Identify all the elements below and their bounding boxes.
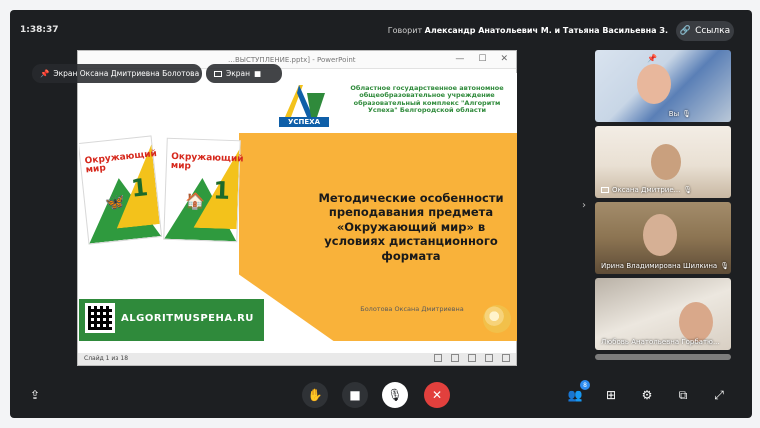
conference-window: 1:38:37 Говорит Александр Анатольевич М.… xyxy=(10,10,752,418)
grid-icon: ⊞ xyxy=(605,388,617,402)
camera-icon: ■ xyxy=(254,69,262,78)
grid-view-button[interactable]: ⊞ xyxy=(598,382,624,408)
slide-headline: Методические особенности преподавания пр… xyxy=(318,191,504,263)
top-bar: 1:38:37 Говорит Александр Анатольевич М.… xyxy=(10,10,752,52)
slide-author: Болотова Оксана Дмитриевна xyxy=(360,305,464,313)
participant-name: Вы xyxy=(668,110,680,118)
qr-code xyxy=(85,303,115,333)
reading-view-icon xyxy=(485,354,493,362)
maximize-icon: ☐ xyxy=(478,54,487,64)
shell-icon xyxy=(483,305,511,333)
participant-label: Любовь Анатольевна Горбатю... xyxy=(601,338,720,346)
organization-name: Областное государственное автономное общ… xyxy=(350,84,504,115)
presenter-screen-chip[interactable]: 📌 Экран Оксана Дмитриевна Болотова 🎙 xyxy=(32,64,213,83)
participants-button[interactable]: 👥 8 xyxy=(562,380,590,408)
fullscreen-button[interactable]: ⤢ xyxy=(706,382,732,408)
presentation-slide: ALGORITMUSPEHA.RU УСПЕХА Областное госуд… xyxy=(79,73,517,341)
screen-chip[interactable]: Экран ■ xyxy=(206,64,282,83)
speaking-names: Александр Анатольевич М. и Татьяна Васил… xyxy=(424,26,668,35)
participants-icon: 👥 xyxy=(567,388,583,402)
screen-share-icon xyxy=(214,70,222,77)
camera-button[interactable]: ■ xyxy=(342,382,368,408)
participant-tile[interactable]: Любовь Анатольевна Горбатю... xyxy=(595,278,731,350)
leave-call-button[interactable]: ✕ xyxy=(424,382,450,408)
textbook-cover-2: Окружающий мир 1 🏠 xyxy=(163,137,244,243)
screen-share-icon xyxy=(601,187,609,193)
speaking-prefix: Говорит xyxy=(387,26,423,35)
shared-screen-powerpoint: …ВЫСТУПЛЕНИЕ.pptx] - PowerPoint — ☐ ✕ AL… xyxy=(77,50,517,366)
participant-name: Любовь Анатольевна Горбатю... xyxy=(601,338,720,346)
share-screen-button[interactable]: ⇪ xyxy=(22,382,48,408)
powerpoint-statusbar: Слайд 1 из 18 xyxy=(78,353,516,365)
mic-off-icon: 🎙 xyxy=(720,262,730,270)
school-logo: УСПЕХА xyxy=(277,83,337,133)
mic-off-icon: 🎙 xyxy=(682,110,691,118)
participant-video xyxy=(679,302,713,342)
microphone-button[interactable]: 🎙 xyxy=(382,382,408,408)
book-title: Окружающий мир xyxy=(170,151,244,172)
mic-off-icon: 🎙 xyxy=(683,186,693,194)
sorter-view-icon xyxy=(468,354,476,362)
pin-icon: 📌 xyxy=(647,54,657,63)
participant-tile[interactable]: Оксана Дмитрие... 🎙 xyxy=(595,126,731,198)
upload-icon: ⇪ xyxy=(29,388,41,402)
website-text: ALGORITMUSPEHA.RU xyxy=(121,313,254,324)
participant-tile-partial xyxy=(595,354,731,360)
participant-name: Ирина Владимировна Шилкина xyxy=(601,262,718,270)
window-controls: — ☐ ✕ xyxy=(455,54,508,64)
raise-hand-button[interactable]: ✋ xyxy=(302,382,328,408)
close-icon: ✕ xyxy=(500,54,508,64)
speaking-indicator: Говорит Александр Анатольевич М. и Татья… xyxy=(388,26,668,35)
settings-button[interactable]: ⚙ xyxy=(634,382,660,408)
logo-mark xyxy=(285,85,325,117)
participant-tile[interactable]: Ирина Владимировна Шилкина 🎙 xyxy=(595,202,731,274)
participants-badge: 8 xyxy=(580,380,590,390)
powerpoint-title: …ВЫСТУПЛЕНИЕ.pptx] - PowerPoint xyxy=(228,56,356,64)
book-grade: 1 xyxy=(212,176,231,205)
close-icon: ✕ xyxy=(431,388,443,402)
call-timer: 1:38:37 xyxy=(20,25,59,35)
birdhouse-icon: 🏠 xyxy=(185,191,206,212)
slide-counter: Слайд 1 из 18 xyxy=(84,355,129,362)
notes-icon xyxy=(434,354,442,362)
mic-off-icon: 🎙 xyxy=(387,388,403,402)
camera-icon: ■ xyxy=(349,388,361,402)
link-icon: 🔗 xyxy=(679,26,692,36)
normal-view-icon xyxy=(451,354,459,362)
chevron-right-icon[interactable]: › xyxy=(582,200,586,211)
book-grade: 1 xyxy=(129,173,150,203)
participant-label: Вы 🎙 xyxy=(669,110,691,118)
textbook-cover-1: Окружающий мир 1 🦋 xyxy=(79,135,163,245)
slideshow-icon xyxy=(502,354,510,362)
minimize-icon: — xyxy=(455,54,465,64)
participant-label: Оксана Дмитрие... 🎙 xyxy=(601,186,692,194)
participant-tile[interactable]: 📌 Вы 🎙 xyxy=(595,50,731,122)
presenter-screen-label: Экран Оксана Дмитриевна Болотова xyxy=(53,69,200,78)
screen-chip-label: Экран xyxy=(226,69,251,78)
view-buttons xyxy=(434,354,510,362)
gear-icon: ⚙ xyxy=(641,388,653,402)
participant-name: Оксана Дмитрие... xyxy=(612,186,681,194)
participant-video xyxy=(651,144,681,180)
call-controls: ⇪ ✋ ■ 🎙 ✕ 👥 8 ⊞ ⚙ ⧉ ⤢ xyxy=(10,374,752,418)
butterfly-icon: 🦋 xyxy=(104,191,127,213)
pip-icon: ⧉ xyxy=(678,387,688,402)
copy-link-button[interactable]: 🔗 Ссылка xyxy=(676,21,734,41)
hand-icon: ✋ xyxy=(307,388,323,402)
pin-icon: 📌 xyxy=(40,69,50,78)
expand-icon: ⤢ xyxy=(714,387,724,402)
participant-label: Ирина Владимировна Шилкина 🎙 xyxy=(601,262,729,270)
picture-in-picture-button[interactable]: ⧉ xyxy=(670,382,696,408)
logo-word: УСПЕХА xyxy=(279,117,329,127)
copy-link-label: Ссылка xyxy=(695,26,731,36)
participant-video xyxy=(643,214,677,256)
participant-video xyxy=(637,64,671,104)
